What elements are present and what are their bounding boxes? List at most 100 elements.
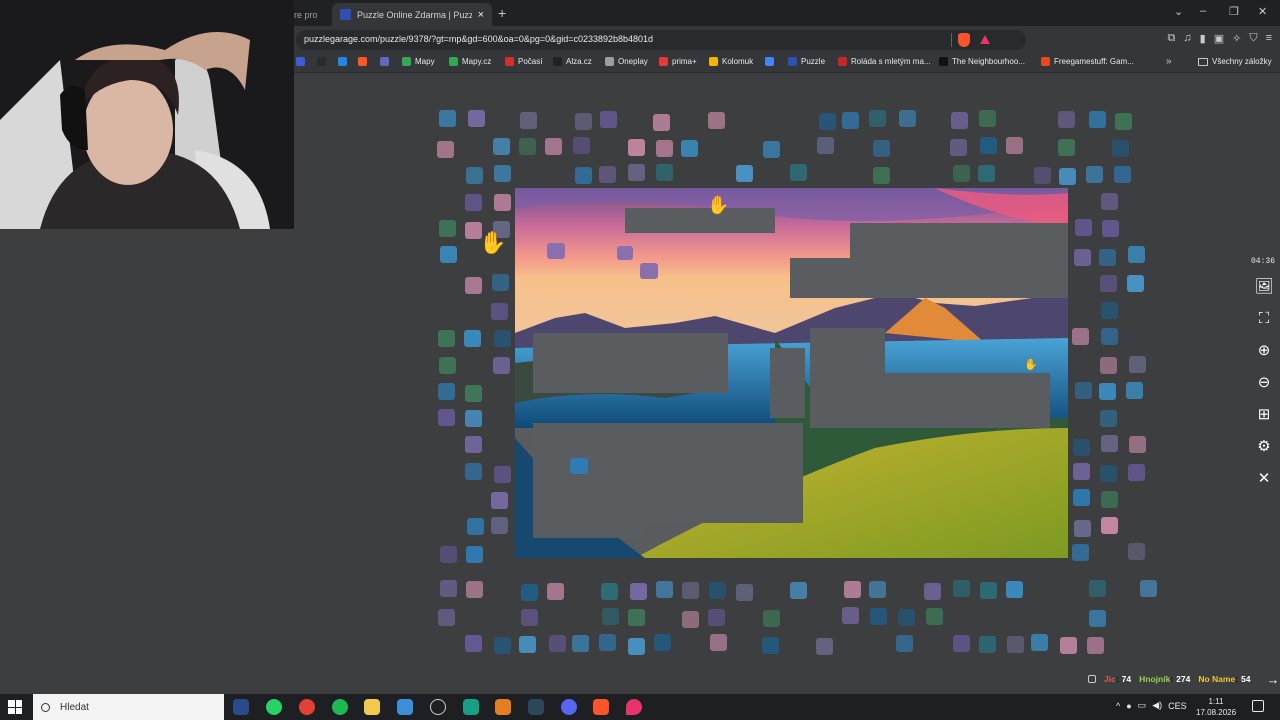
puzzle-piece[interactable] [627,164,645,182]
puzzle-piece[interactable] [710,634,728,652]
puzzle-piece[interactable] [1128,436,1146,454]
bookmark-item[interactable] [765,57,778,66]
puzzle-piece[interactable] [627,608,645,626]
puzzle-board[interactable] [515,188,1068,558]
puzzle-piece[interactable] [464,329,482,347]
puzzle-piece[interactable] [1088,580,1106,597]
close-window-button[interactable]: ✕ [1258,5,1267,18]
puzzle-piece[interactable] [790,164,808,182]
puzzle-piece[interactable] [655,580,673,598]
puzzle-piece[interactable] [438,330,456,348]
bookmark-item[interactable] [317,57,330,66]
settings-button[interactable]: ⚙ [1252,434,1276,458]
puzzle-piece[interactable] [708,582,726,600]
notifications-icon[interactable] [1252,700,1264,712]
puzzle-piece[interactable] [491,491,509,509]
puzzle-piece[interactable] [1072,328,1090,346]
puzzle-piece[interactable] [545,138,563,156]
puzzle-piece[interactable] [438,409,456,427]
puzzle-piece[interactable] [1101,490,1119,508]
puzzle-piece[interactable] [1005,137,1023,155]
puzzle-piece[interactable] [492,357,510,375]
puzzle-piece[interactable] [1074,219,1092,237]
puzzle-piece[interactable] [707,608,725,626]
puzzle-piece[interactable] [1074,249,1092,267]
puzzle-piece[interactable] [601,608,619,626]
puzzle-piece[interactable] [979,110,997,128]
collapse-arrow-icon[interactable]: → [1267,672,1280,687]
puzzle-piece[interactable] [952,635,970,653]
bookmark-item[interactable]: Roláda s mletým ma... [838,57,931,66]
chrome-icon[interactable] [299,699,315,715]
puzzle-piece[interactable] [1101,516,1119,534]
bookmark-item[interactable]: Kolomuk [709,57,753,66]
bookmark-item[interactable]: Mapy.cz [449,57,491,66]
puzzle-piece[interactable] [1088,610,1106,628]
vpn-icon[interactable]: ⛉ [1249,32,1257,45]
address-bar[interactable]: puzzlegarage.com/puzzle/9378/?gt=mp&gd=6… [296,30,1026,50]
taskbar-clock[interactable]: 1:11 17.08.2026 [1196,696,1236,718]
puzzle-piece[interactable] [439,246,457,264]
puzzle-piece[interactable] [546,583,564,601]
media-icon[interactable]: ♫ [1183,32,1191,45]
puzzle-piece[interactable] [466,545,484,563]
puzzle-piece[interactable] [790,582,808,600]
puzzle-piece[interactable] [1115,113,1132,131]
puzzle-piece[interactable] [572,635,590,653]
bookmark-item[interactable] [296,57,309,66]
tray-chevron-icon[interactable]: ^ [1116,701,1120,711]
puzzle-piece[interactable] [1074,381,1092,399]
bookmark-item[interactable]: Freegamestuff: Gam... [1041,57,1134,66]
puzzle-piece[interactable] [466,518,484,536]
wallet-icon[interactable]: ▣ [1214,32,1224,45]
puzzle-piece[interactable] [439,580,457,598]
puzzle-piece[interactable] [655,164,673,182]
puzzle-piece[interactable] [680,139,698,157]
puzzle-piece[interactable] [952,164,970,182]
puzzle-piece[interactable] [1100,301,1118,319]
puzzle-piece[interactable] [763,610,781,628]
puzzle-piece[interactable] [898,609,916,627]
leo-ai-icon[interactable]: ✧ [1232,32,1241,45]
puzzle-piece[interactable] [869,581,887,599]
new-tab-button[interactable]: + [498,5,506,21]
bookmark-item[interactable] [358,57,371,66]
puzzle-piece[interactable] [493,164,511,182]
preview-image-button[interactable]: 🖼 [1252,274,1276,298]
puzzle-piece[interactable] [519,111,537,129]
tab-puzzle[interactable]: Puzzle Online Zdarma | Puzzle G × [332,3,492,26]
puzzle-piece[interactable] [493,636,511,654]
puzzle-piece[interactable] [953,580,971,598]
bookmark-item[interactable]: Mapy [402,57,435,66]
puzzle-piece[interactable] [1099,356,1117,374]
tab-close-icon[interactable]: × [478,9,484,21]
puzzle-piece[interactable] [816,637,834,655]
file-explorer-icon[interactable] [364,699,380,715]
puzzle-piece[interactable] [520,609,538,627]
brave-rewards-icon[interactable] [980,35,990,44]
puzzle-piece[interactable] [599,110,617,128]
puzzle-piece[interactable] [629,582,647,600]
all-bookmarks-button[interactable]: Všechny záložky [1198,57,1272,66]
minimize-button[interactable]: – [1200,5,1206,17]
puzzle-piece[interactable] [951,112,969,130]
zoom-in-button[interactable]: ⊕ [1252,338,1276,362]
bookmark-item[interactable]: Počasí [505,57,542,66]
maps-pin-icon[interactable] [626,699,642,715]
app-icon[interactable] [430,699,446,715]
puzzle-piece[interactable] [467,110,485,128]
puzzle-piece[interactable] [844,580,862,598]
brave-shield-icon[interactable] [958,33,970,47]
bookmarks-overflow-button[interactable]: » [1166,56,1172,67]
puzzle-piece[interactable] [1128,355,1146,373]
restore-button[interactable]: ❐ [1229,5,1239,18]
puzzle-piece[interactable] [816,137,834,155]
puzzle-piece[interactable] [1099,410,1117,428]
bookmark-item[interactable]: Puzzle [788,57,825,66]
puzzle-piece[interactable] [681,610,699,628]
puzzle-piece[interactable] [1006,580,1024,598]
puzzle-piece[interactable] [1072,462,1090,480]
puzzle-piece[interactable] [465,384,483,402]
puzzle-piece[interactable] [1128,246,1145,263]
puzzle-piece[interactable] [1140,580,1158,598]
